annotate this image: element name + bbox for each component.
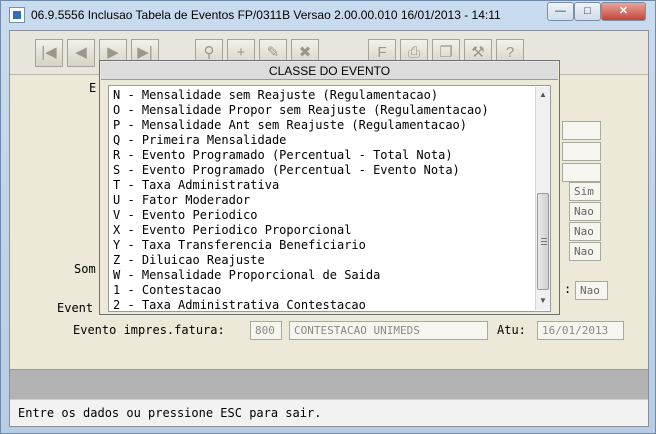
nao-field-bottom[interactable]: Nao [575, 281, 608, 300]
input-field-1[interactable] [562, 121, 601, 140]
list-item[interactable]: Y - Taxa Transferencia Beneficiario [113, 238, 366, 253]
input-field-2[interactable] [562, 142, 601, 161]
atu-label: Atu: [497, 323, 526, 337]
field-label-event: Event [57, 301, 94, 315]
input-field-3[interactable] [562, 163, 601, 182]
status-strip [10, 369, 648, 399]
grip-line [541, 244, 547, 245]
delete-icon: ✖ [298, 44, 312, 61]
close-button[interactable]: ✕ [601, 2, 646, 21]
scroll-thumb[interactable] [537, 193, 549, 290]
evento-impres-label: Evento impres.fatura: [73, 323, 225, 337]
list-item[interactable]: V - Evento Periodico [113, 208, 258, 223]
colon-label: : [564, 282, 572, 296]
filter-icon: F [377, 44, 387, 61]
evento-impres-desc: CONTESTACAO UNIMEDS [289, 321, 488, 340]
print-icon: ⎙ [407, 44, 420, 61]
help-icon: ? [505, 44, 515, 61]
list-item[interactable]: O - Mensalidade Propor sem Reajuste (Reg… [113, 103, 489, 118]
first-record-icon: |◀ [41, 44, 57, 61]
sim-nao-field-2[interactable]: Nao [569, 202, 601, 221]
window-title: 06.9.5556 Inclusao Tabela de Eventos FP/… [31, 8, 501, 22]
sim-nao-field-3[interactable]: Nao [569, 222, 601, 241]
list-item[interactable]: R - Evento Programado (Percentual - Tota… [113, 148, 453, 163]
list-item[interactable]: Z - Diluicao Reajuste [113, 253, 265, 268]
evento-impres-code[interactable]: 800 [250, 321, 282, 340]
list-item[interactable]: 1 - Contestacao [113, 283, 221, 298]
sim-nao-field-1[interactable]: Sim [569, 182, 601, 201]
status-bar: Entre os dados ou pressione ESC para sai… [10, 399, 648, 426]
list-item[interactable]: 2 - Taxa Administrativa Contestacao [113, 298, 366, 313]
maximize-button[interactable]: □ [574, 2, 601, 21]
list-item[interactable]: Q - Primeira Mensalidade [113, 133, 286, 148]
list-item[interactable]: W - Mensalidade Proporcional de Saida [113, 268, 380, 283]
scroll-down-arrow-icon[interactable]: ▼ [536, 294, 550, 308]
list-item[interactable]: X - Evento Periodico Proporcional [113, 223, 351, 238]
scroll-up-arrow-icon[interactable]: ▲ [536, 88, 550, 102]
list-item[interactable]: U - Fator Moderador [113, 193, 250, 208]
add-icon: + [236, 44, 246, 61]
popup-title: CLASSE DO EVENTO [101, 62, 558, 80]
atu-date-field: 16/01/2013 [537, 321, 624, 340]
previous-record-icon: ◀ [75, 44, 87, 61]
classe-evento-list: N - Mensalidade sem Reajuste (Regulament… [108, 85, 551, 312]
application-window: 06.9.5556 Inclusao Tabela de Eventos FP/… [0, 0, 656, 434]
list-item[interactable]: N - Mensalidade sem Reajuste (Regulament… [113, 88, 438, 103]
title-bar: 06.9.5556 Inclusao Tabela de Eventos FP/… [1, 1, 655, 29]
app-icon [9, 7, 25, 23]
search-icon: ⚲ [203, 44, 215, 61]
sim-nao-field-4[interactable]: Nao [569, 242, 601, 261]
field-label-som: Som [74, 262, 96, 276]
list-item[interactable]: S - Evento Programado (Percentual - Even… [113, 163, 460, 178]
copy-icon: ❐ [439, 44, 453, 61]
classe-evento-popup: CLASSE DO EVENTO N - Mensalidade sem Rea… [99, 60, 560, 315]
status-message: Entre os dados ou pressione ESC para sai… [18, 406, 322, 420]
first-record-button[interactable]: |◀ [35, 39, 63, 67]
list-scrollbar[interactable]: ▲ ▼ [535, 87, 550, 310]
last-record-icon: ▶| [137, 44, 153, 61]
tools-icon: ⚒ [471, 44, 485, 61]
list-item[interactable]: P - Mensalidade Ant sem Reajuste (Regula… [113, 118, 467, 133]
grip-line [541, 241, 547, 242]
previous-record-button[interactable]: ◀ [67, 39, 95, 67]
next-record-icon: ▶ [107, 44, 119, 61]
edit-icon: ✎ [266, 44, 280, 61]
minimize-button[interactable]: — [547, 2, 574, 21]
field-label-e: E [89, 81, 97, 95]
list-item[interactable]: T - Taxa Administrativa [113, 178, 279, 193]
grip-line [541, 238, 547, 239]
